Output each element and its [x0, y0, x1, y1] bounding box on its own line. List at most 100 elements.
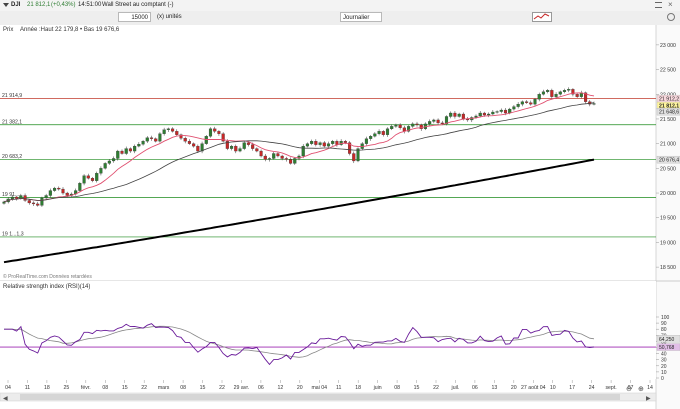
candle-body: [217, 131, 221, 134]
candle-body: [537, 94, 541, 100]
candle-body: [310, 141, 314, 144]
candle-body: [385, 128, 390, 135]
x-tick-label: mars: [158, 385, 170, 391]
candle-body: [141, 141, 145, 145]
candle-body: [550, 90, 554, 97]
zoom-icon[interactable]: [667, 13, 675, 21]
candle-body: [95, 173, 99, 181]
rsi-value-tag: 64,250: [659, 337, 675, 343]
candle-body: [120, 150, 124, 154]
level-label: 20 683,2: [2, 154, 22, 160]
market-name: Wall Street au comptant (-): [102, 2, 174, 8]
x-tick-label: 22: [219, 385, 225, 391]
candle-body: [284, 158, 288, 160]
x-tick-label: 04: [5, 385, 11, 391]
x-tick-label: 15: [200, 385, 206, 391]
candle-body: [40, 197, 44, 206]
zoom-out-icon[interactable]: ⊖: [626, 386, 632, 393]
copyright-notice: © ProRealTime.com Données retardées: [3, 273, 92, 280]
x-tick-label: 27 août 04: [521, 385, 546, 391]
close-icon[interactable]: ×: [668, 1, 673, 9]
candle-body: [440, 122, 444, 125]
level-label: 21 382,1: [2, 119, 22, 125]
candle-body: [48, 190, 52, 196]
candle-body: [478, 112, 482, 117]
x-tick-label: 15: [414, 385, 420, 391]
candle-body: [343, 141, 347, 143]
window-menu-icon[interactable]: [655, 2, 662, 8]
candle-body: [44, 195, 48, 199]
chart-toolbar: 15000 (x) unités Journalier: [0, 11, 680, 26]
candle-body: [428, 121, 432, 125]
period-select[interactable]: Journalier: [340, 12, 382, 22]
y-tick-label: 19 500: [660, 216, 676, 222]
candle-body: [82, 175, 86, 184]
scroll-bar[interactable]: ◀ ▶: [0, 392, 657, 402]
x-tick-label: mai 04: [311, 385, 327, 391]
price-change: (+0,43%): [51, 2, 76, 8]
candle-body: [318, 142, 322, 145]
zoom-in-icon[interactable]: ⊕: [638, 386, 644, 393]
y-tick-label: 23 000: [660, 43, 676, 49]
candle-body: [272, 153, 276, 159]
candle-body: [487, 113, 491, 116]
rsi-tick-label: 20: [661, 364, 667, 370]
candle-body: [57, 187, 61, 190]
candle-body: [512, 106, 516, 110]
candle-body: [390, 126, 394, 129]
symbol-label[interactable]: DJI: [11, 2, 20, 8]
x-tick-label: févr.: [81, 385, 91, 391]
candle-body: [149, 137, 154, 139]
x-tick-label: 22: [433, 385, 439, 391]
candle-body: [436, 119, 440, 124]
candle-body: [575, 94, 579, 97]
candle-body: [495, 111, 499, 113]
candle-body: [558, 91, 562, 95]
candle-body: [461, 113, 465, 120]
candle-body: [352, 153, 356, 162]
candle-body: [145, 137, 149, 142]
period-value: Journalier: [343, 15, 370, 21]
candle-body: [529, 102, 533, 105]
candle-body: [238, 148, 242, 152]
price-chart[interactable]: Prix Année :Haut 22 179,8 • Bas 19 676,6…: [0, 25, 680, 409]
candle-body: [259, 150, 263, 157]
candle-body: [65, 192, 69, 196]
x-tick-label: 13: [491, 385, 497, 391]
candle-body: [520, 101, 524, 105]
chart-settings-icon[interactable]: [532, 12, 552, 22]
y-tick-label: 21 000: [660, 142, 676, 148]
candle-body: [133, 145, 137, 152]
candle-body: [90, 178, 95, 181]
dropdown-arrow-icon[interactable]: [3, 3, 9, 7]
candle-body: [107, 160, 111, 164]
x-tick-label: 08: [394, 385, 400, 391]
x-tick-label: 22: [141, 385, 147, 391]
candle-body: [567, 89, 571, 91]
candle-body: [326, 143, 331, 147]
candle-body: [86, 175, 90, 179]
candle-body: [175, 131, 179, 135]
rsi-tick-label: 90: [661, 321, 667, 327]
unit-label: (x) unités: [157, 14, 182, 20]
candle-body: [369, 136, 373, 139]
x-tick-label: 08: [180, 385, 186, 391]
candle-body: [213, 128, 217, 132]
candle-body: [246, 142, 250, 145]
candle-body: [2, 201, 6, 204]
x-tick-label: 17: [569, 385, 575, 391]
x-tick-label: 18: [44, 385, 50, 391]
x-tick-label: 10: [550, 385, 556, 391]
candle-body: [415, 123, 419, 126]
x-tick-label: 08: [102, 385, 108, 391]
candle-body: [276, 153, 280, 157]
scroll-left-icon[interactable]: ◀: [3, 396, 8, 402]
trading-app: DJI 21 812,1 (+0,43%) 14:51:00 Wall Stre…: [0, 0, 680, 409]
quantity-input[interactable]: 15000: [118, 12, 151, 22]
level-label: 21 914,9: [2, 93, 22, 99]
main-panel-label: Prix: [3, 27, 13, 33]
candle-body: [124, 148, 128, 154]
ma-mid-tag: 21 648,6: [659, 110, 679, 116]
scroll-right-icon[interactable]: ▶: [646, 396, 651, 402]
rsi-title: Relative strength index (RSI)(14): [3, 284, 90, 290]
